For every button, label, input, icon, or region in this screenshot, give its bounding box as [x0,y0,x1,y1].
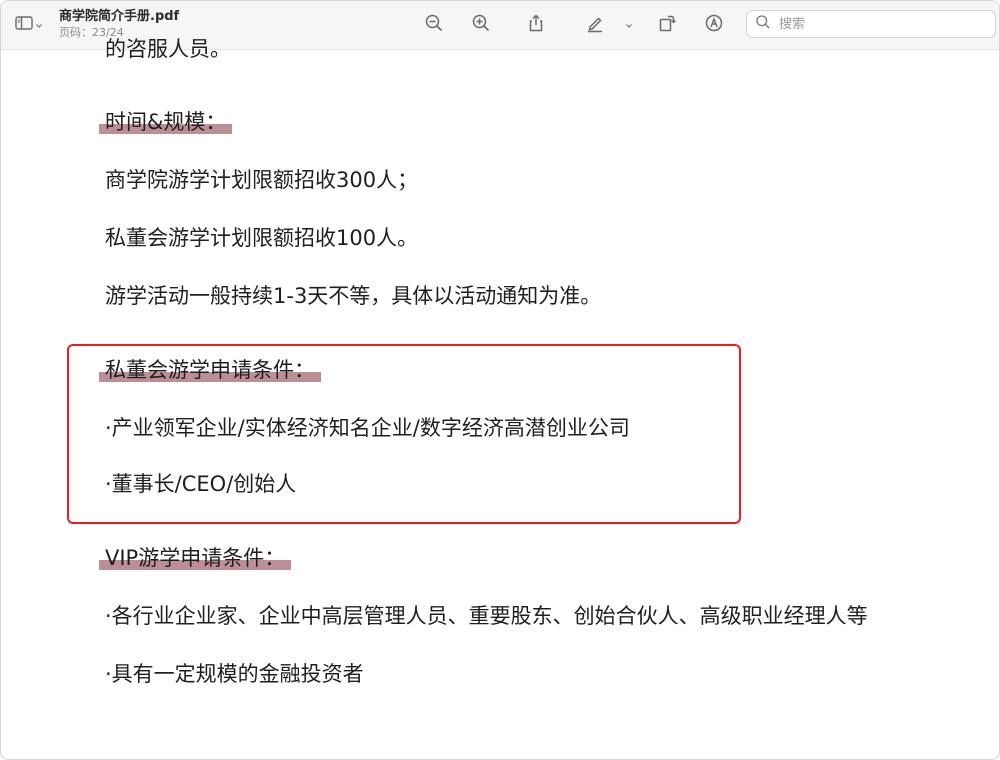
markup-button[interactable] [700,11,728,39]
zoom-out-button[interactable] [420,11,448,39]
chevron-down-icon [34,16,44,35]
text-line: 游学活动一般持续1-3天不等，具体以活动通知为准。 [105,284,602,308]
pdf-viewer-window: 商学院简介手册.pdf 页码：23/24 搜索 的咨服人员。 时间&规模： 商学… [0,0,1000,760]
share-button[interactable] [522,11,550,39]
document-title: 商学院简介手册.pdf [59,9,180,24]
share-icon [526,13,546,37]
bullet-line: ·产业领军企业/实体经济知名企业/数字经济高潜创业公司 [105,416,630,440]
bullet-line: ·各行业企业家、企业中高层管理人员、重要股东、创始合伙人、高级职业经理人等 [105,604,868,628]
zoom-in-icon [471,13,491,37]
bullet-line: ·具有一定规模的金融投资者 [105,662,364,686]
cut-off-text-line: 的咨服人员。 [105,37,231,61]
rotate-button[interactable] [653,11,681,39]
search-icon [755,14,771,34]
text-line: 私董会游学计划限额招收100人。 [105,226,419,250]
highlight-button[interactable] [581,11,609,39]
search-input[interactable] [777,15,981,33]
chevron-down-icon [624,16,634,35]
rotate-icon [657,13,677,37]
zoom-out-icon [424,13,444,37]
section-heading-vip-conditions: VIP游学申请条件： [99,545,292,571]
highlight-options-button[interactable] [617,11,641,39]
zoom-in-button[interactable] [467,11,495,39]
bullet-line: ·董事长/CEO/创始人 [105,472,297,496]
highlight-pen-icon [585,13,605,37]
markup-icon [704,13,724,37]
section-heading-time-scale: 时间&规模： [99,109,233,135]
text-line: 商学院游学计划限额招收300人； [105,168,419,192]
sidebar-toggle-button[interactable] [9,11,49,39]
sidebar-icon [14,13,34,37]
search-field[interactable] [746,10,996,38]
section-heading-board-conditions: 私董会游学申请条件： [99,357,321,383]
pdf-page-content: 的咨服人员。 时间&规模： 商学院游学计划限额招收300人； 私董会游学计划限额… [1,37,999,759]
